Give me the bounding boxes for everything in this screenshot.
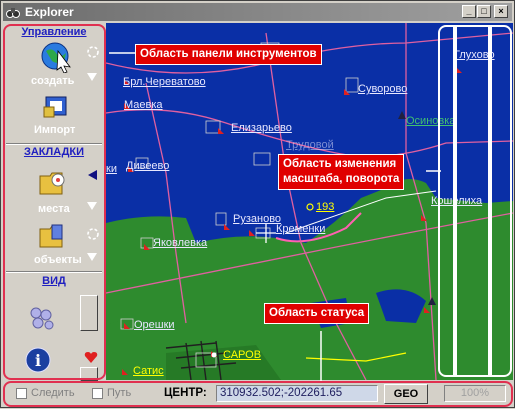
path-checkbox[interactable]: [92, 388, 103, 399]
zoom-level-field[interactable]: 100%: [444, 385, 506, 402]
path-label[interactable]: Путь: [107, 387, 131, 399]
follow-label[interactable]: Следить: [31, 387, 75, 399]
explorer-window: Explorer _ □ × Управление создать Импорт…: [0, 0, 515, 408]
coordinates-field[interactable]: 310932.502;-202261.65: [216, 385, 378, 402]
follow-checkbox[interactable]: [16, 388, 27, 399]
geo-button[interactable]: GEO: [384, 384, 428, 404]
callout-pointers: [109, 52, 441, 383]
status-bar: Следить Путь ЦЕНТР: 310932.502;-202261.6…: [4, 383, 513, 406]
center-label: ЦЕНТР:: [164, 387, 207, 399]
